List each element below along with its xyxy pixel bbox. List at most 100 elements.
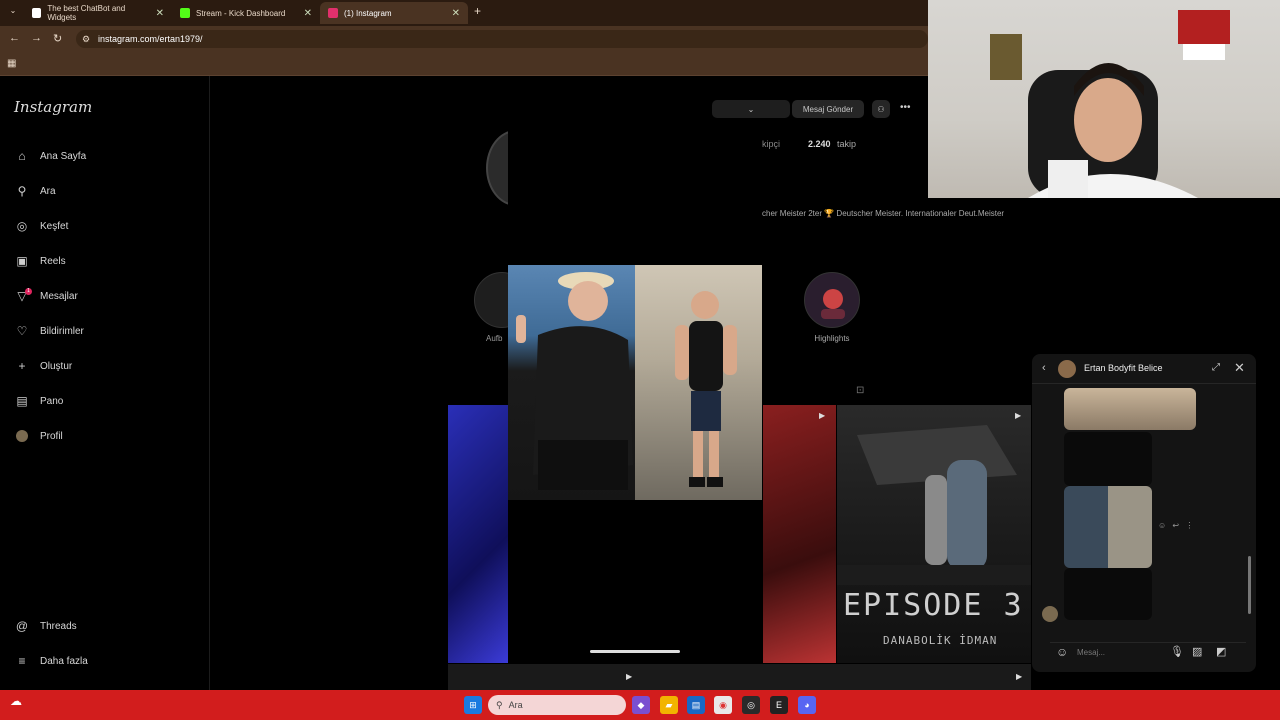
reel-progress-bar[interactable] [590,650,680,653]
close-icon[interactable]: ✕ [304,8,312,19]
site-info-icon[interactable]: ⚙ [82,34,90,45]
new-tab-plus-icon[interactable]: + [474,4,481,18]
highlight-main[interactable] [804,272,860,328]
send-message-button[interactable]: Mesaj Gönder [792,100,864,118]
sidebar-item-threads[interactable]: @ Threads [14,616,77,636]
post-thumbnail[interactable] [448,405,508,663]
sidebar-item-label: Ara [40,185,56,197]
chat-image-message[interactable] [1064,388,1196,430]
discord-icon[interactable]: ◕ [798,696,816,714]
more-vertical-icon[interactable]: ⋮ [1185,521,1193,530]
sidebar-item-dashboard[interactable]: ▤ Pano [14,391,63,411]
tagged-posts-icon[interactable]: ⊡ [856,385,864,396]
sticker-icon[interactable]: ◩ [1216,645,1226,658]
copilot-icon[interactable]: ◆ [632,696,650,714]
reel-play-icon: ▶ [819,411,826,420]
apps-grid-icon[interactable]: ▦ [7,58,16,69]
close-icon[interactable]: ✕ [452,8,460,19]
message-input[interactable]: Mesaj... [1077,648,1105,657]
sidebar-item-messages[interactable]: ▽ 1 Mesajlar [14,286,78,306]
post-subtitle: DANABOLİK İDMAN [883,634,998,647]
profile-avatar-icon [14,428,30,444]
post-title: EPISODE 3 [843,588,1024,623]
reels-icon: ▣ [16,254,28,268]
tab-kick-dashboard[interactable]: Stream - Kick Dashboard ✕ [172,2,320,24]
instagram-sidebar [0,76,210,690]
profile-bio: cher Meister 2ter 🏆 Deutscher Meister. I… [762,209,1005,218]
message-actions[interactable]: ☺ ↩ ⋮ [1158,521,1193,530]
webcam-person-image [990,10,1230,198]
sidebar-item-label: Daha fazla [40,655,88,667]
notification-badge: 1 [25,288,32,295]
taskbar-search-placeholder: Ara [508,700,523,710]
chevron-down-icon: ⌄ [747,104,755,114]
search-icon: ⚲ [496,699,503,710]
image-icon[interactable]: ▨ [1192,645,1202,658]
highlight-avatar-icon [821,289,845,319]
url-field[interactable]: instagram.com/ertan1979/ [76,30,928,48]
kick-favicon-icon [180,8,190,18]
reload-icon[interactable]: ↻ [53,32,62,45]
webcam-overlay [928,0,1280,198]
chat-contact-name[interactable]: Ertan Bodyfit Belice [1084,363,1163,373]
emoji-react-icon[interactable]: ☺ [1158,521,1166,530]
highlight-label: Highlights [814,334,850,343]
chrome-icon[interactable]: ◉ [714,696,732,714]
sidebar-item-reels[interactable]: ▣ Reels [14,251,65,271]
reel-play-icon: ▶ [1015,411,1022,420]
next-row-posts[interactable]: ▶ ▶ [448,664,1031,690]
close-icon[interactable]: ✕ [1234,360,1245,376]
before-photo [508,265,635,500]
chevron-left-icon[interactable]: ‹ [1042,362,1046,374]
more-options-icon[interactable]: ••• [900,102,911,113]
instagram-logo[interactable]: Instagram [14,98,92,116]
tab-instagram[interactable]: (1) Instagram ✕ [320,2,468,24]
followers-stat[interactable]: kipçi [762,139,780,149]
post-thumbnail-episode[interactable]: ▶ [837,405,1031,663]
chat-image-message[interactable] [1064,432,1152,486]
follow-dropdown-button[interactable]: ⌄ [712,100,790,118]
suggest-user-icon[interactable]: ⚇ [872,100,890,118]
instagram-favicon-icon [328,8,338,18]
close-icon[interactable]: ✕ [156,8,164,19]
reply-icon[interactable]: ↩ [1172,521,1179,530]
back-arrow-icon[interactable]: ← [9,32,20,44]
weather-icon[interactable]: ☁ [10,694,22,708]
sidebar-item-more[interactable]: ≡ Daha fazla [14,651,88,671]
chat-image-message[interactable] [1064,568,1152,620]
chat-image-message[interactable] [1064,486,1152,568]
reel-play-icon: ▶ [1016,672,1023,681]
following-label: takip [837,139,857,149]
sidebar-item-home[interactable]: ⌂ Ana Sayfa [14,146,86,166]
chat-avatar[interactable] [1058,360,1076,378]
sidebar-item-notifications[interactable]: ♡ Bildirimler [14,321,84,341]
expand-icon[interactable]: ⤢ [1212,362,1220,373]
sidebar-item-label: Ana Sayfa [40,150,87,162]
chatbot-favicon-icon [32,8,42,18]
threads-icon: @ [15,619,29,633]
reel-play-icon: ▶ [626,672,633,681]
gym-scene-image [837,425,1031,585]
obs-icon[interactable]: ◎ [742,696,760,714]
heart-icon: ♡ [16,324,28,338]
store-icon[interactable]: ▤ [687,696,705,714]
after-photo [635,265,762,500]
emoji-icon[interactable]: ☺ [1056,645,1068,659]
file-explorer-icon[interactable]: ▰ [660,696,678,714]
following-count: 2.240 [808,139,831,149]
microphone-icon[interactable]: 🎙 [1170,645,1184,658]
sidebar-item-explore[interactable]: ◎ Keşfet [14,216,69,236]
bookmarks-bar [0,52,928,76]
sidebar-item-create[interactable]: + Oluştur [14,356,72,376]
post-thumbnail[interactable]: ▶ [763,405,836,663]
windows-start-icon[interactable]: ⊞ [464,696,482,714]
tab-chatbot[interactable]: The best ChatBot and Widgets ✕ [24,2,172,24]
chat-scrollbar[interactable] [1248,556,1251,614]
forward-arrow-icon[interactable]: → [31,32,42,44]
taskbar-search[interactable]: ⚲ Ara [488,695,626,715]
tab-search-chevron-icon[interactable]: ⌄ [6,6,20,20]
sidebar-item-search[interactable]: ⚲ Ara [14,181,56,201]
sidebar-item-profile[interactable]: Profil [14,426,63,446]
following-stat[interactable]: 2.240 takip [808,139,856,149]
epic-games-icon[interactable]: E [770,696,788,714]
